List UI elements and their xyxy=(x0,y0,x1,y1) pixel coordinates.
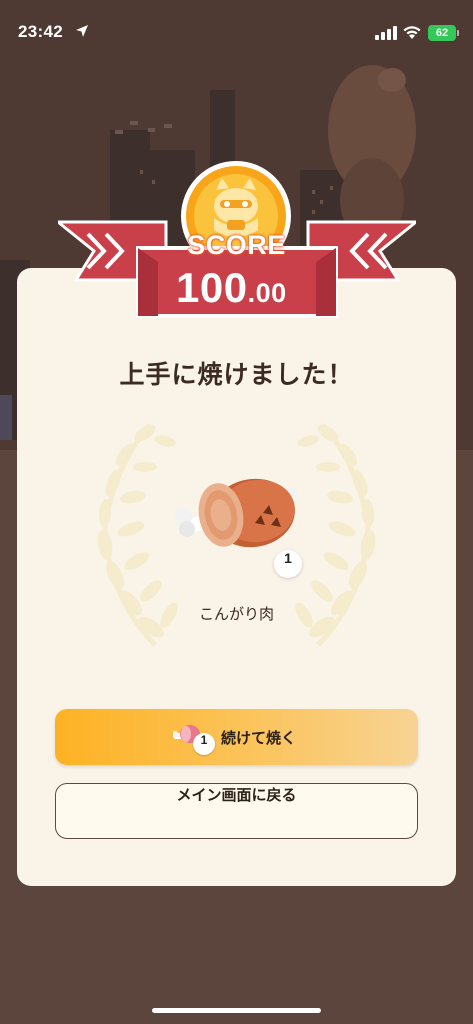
item-count-badge: 1 xyxy=(274,550,302,578)
location-arrow-icon xyxy=(76,25,88,37)
battery-icon: 62 xyxy=(428,25,459,41)
status-time: 23:42 xyxy=(18,22,63,41)
score-label: SCORE xyxy=(187,230,286,260)
home-indicator[interactable] xyxy=(152,1008,321,1013)
result-title: 上手に焼けました！ xyxy=(119,360,354,389)
continue-grilling-button[interactable]: 1 続けて焼く xyxy=(55,709,418,765)
score-decimal: .00 xyxy=(247,278,287,308)
return-to-main-label: メイン画面に戻る xyxy=(176,786,297,804)
continue-count-badge: 1 xyxy=(193,733,215,755)
cellular-signal-icon xyxy=(375,26,397,40)
return-to-main-button[interactable]: メイン画面に戻る xyxy=(55,783,418,839)
wifi-icon xyxy=(403,26,421,39)
continue-button-label: 続けて焼く xyxy=(221,729,297,747)
score-integer: 100 xyxy=(176,264,248,311)
status-bar: 23:42 62 xyxy=(0,0,473,64)
score-value: 100.00 xyxy=(176,264,287,312)
item-name: こんがり肉 xyxy=(198,605,274,623)
